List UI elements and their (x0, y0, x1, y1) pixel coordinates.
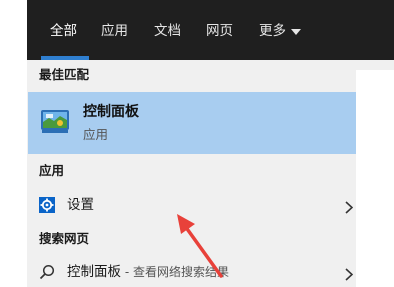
tab-documents[interactable]: 文档 (154, 21, 181, 41)
search-icon (39, 264, 55, 280)
tab-apps[interactable]: 应用 (101, 21, 128, 41)
section-header-apps: 应用 (39, 163, 65, 178)
caret-down-icon (291, 21, 301, 41)
tab-more[interactable]: 更多 (259, 21, 301, 41)
settings-gear-icon (39, 197, 55, 213)
section-header-best-match: 最佳匹配 (39, 67, 90, 82)
results-list: 最佳匹配 控制面板 应用 应用 设置 搜索网页 控制面板 - 查看网络搜索结果 (27, 60, 381, 287)
web-result-suffix: - 查看网络搜索结果 (121, 265, 229, 279)
chevron-right-icon[interactable] (345, 266, 354, 281)
app-result-settings[interactable]: 设置 (27, 190, 371, 220)
tab-web[interactable]: 网页 (206, 21, 233, 41)
search-scope-tabs: 全部 应用 文档 网页 更多 (27, 0, 394, 60)
web-result-item[interactable]: 控制面板 - 查看网络搜索结果 (27, 257, 371, 287)
web-result-query: 控制面板 (67, 264, 121, 280)
web-result-text: 控制面板 - 查看网络搜索结果 (67, 262, 229, 282)
app-result-label: 设置 (67, 197, 94, 213)
best-match-type: 应用 (83, 127, 109, 142)
desktop-background (0, 0, 27, 287)
best-match-title: 控制面板 (83, 104, 139, 120)
chevron-right-icon[interactable] (345, 199, 354, 214)
best-match-item[interactable]: 控制面板 应用 (28, 92, 372, 154)
search-panel: 全部 应用 文档 网页 更多 最佳匹配 控制面板 应用 应用 设置 搜索网页 控… (27, 0, 394, 287)
preview-pane (356, 70, 394, 287)
control-panel-icon (40, 107, 70, 135)
tab-all[interactable]: 全部 (50, 21, 77, 41)
tab-more-label: 更多 (259, 23, 286, 39)
section-header-web: 搜索网页 (39, 231, 90, 246)
